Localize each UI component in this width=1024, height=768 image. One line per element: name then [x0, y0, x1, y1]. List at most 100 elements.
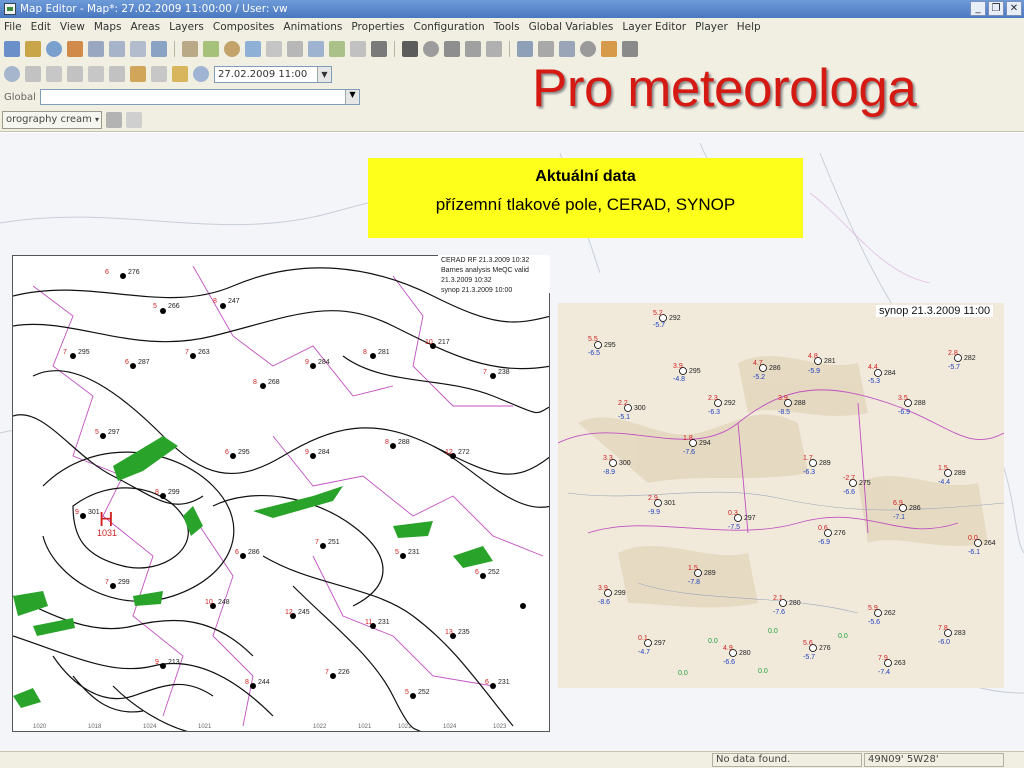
svg-text:0.0: 0.0 [768, 628, 778, 635]
menu-maps[interactable]: Maps [94, 21, 122, 33]
globe-icon[interactable] [224, 41, 240, 57]
menu-composites[interactable]: Composites [213, 21, 275, 33]
chevron-down-icon[interactable]: ▼ [344, 90, 359, 104]
svg-text:-2.7: -2.7 [843, 475, 855, 482]
symbols-icon[interactable] [486, 41, 502, 57]
nodes-icon[interactable] [465, 41, 481, 57]
svg-text:7: 7 [483, 369, 487, 376]
svg-text:295: 295 [238, 449, 250, 456]
open-icon[interactable] [25, 41, 41, 57]
draw-line-icon[interactable] [109, 41, 125, 57]
svg-text:-6.3: -6.3 [708, 409, 720, 416]
map-left-header: CERAD RF 21.3.2009 10:32 Barnes analysis… [438, 255, 550, 294]
frame-last-icon[interactable] [109, 66, 125, 82]
stats-icon[interactable] [329, 41, 345, 57]
folder-icon[interactable] [172, 66, 188, 82]
chevron-down-icon[interactable]: ▾ [95, 112, 99, 128]
header-line-synop: synop 21.3.2009 10:00 [441, 287, 513, 294]
menu-file[interactable]: File [4, 21, 22, 33]
cut-icon[interactable] [538, 41, 554, 57]
new-map-icon[interactable] [4, 41, 20, 57]
info-icon[interactable] [46, 41, 62, 57]
menu-view[interactable]: View [60, 21, 85, 33]
dark-layer-icon[interactable] [402, 41, 418, 57]
menu-properties[interactable]: Properties [351, 21, 404, 33]
frame-play-icon[interactable] [67, 66, 83, 82]
chart-icon[interactable] [203, 41, 219, 57]
svg-text:295: 295 [78, 349, 90, 356]
window-icon[interactable] [308, 41, 324, 57]
header-line-cerad: CERAD RF 21.3.2009 10:32 [441, 257, 530, 264]
composite-icon[interactable] [182, 41, 198, 57]
frame-next-icon[interactable] [88, 66, 104, 82]
minimize-button[interactable]: _ [970, 1, 986, 16]
scissors-icon[interactable] [559, 41, 575, 57]
svg-text:275: 275 [859, 480, 871, 487]
svg-text:-7.6: -7.6 [773, 609, 785, 616]
status-coordinates: 49N09' 5W28' [864, 753, 1004, 767]
frame-first-icon[interactable] [25, 66, 41, 82]
export-icon[interactable] [350, 41, 366, 57]
close-button[interactable]: ✕ [1006, 1, 1022, 16]
high-pressure-value: 1031 [97, 528, 117, 538]
profile-icon[interactable] [266, 41, 282, 57]
info-box-title: Aktuální data [535, 168, 636, 185]
color-icon[interactable] [601, 41, 617, 57]
clock-icon[interactable] [193, 66, 209, 82]
settings-icon[interactable] [580, 41, 596, 57]
measure-icon[interactable] [517, 41, 533, 57]
draw-front-icon[interactable] [88, 41, 104, 57]
menu-areas[interactable]: Areas [130, 21, 160, 33]
svg-text:-8.9: -8.9 [603, 469, 615, 476]
header-line-barnes: Barnes analysis MeQC valid 21.3.2009 10:… [441, 267, 529, 284]
frame-prev-icon[interactable] [46, 66, 62, 82]
svg-text:9: 9 [155, 659, 159, 666]
menu-edit[interactable]: Edit [31, 21, 51, 33]
svg-text:289: 289 [819, 460, 831, 467]
menu-global-variables[interactable]: Global Variables [529, 21, 614, 33]
grid-icon[interactable] [444, 41, 460, 57]
svg-text:7: 7 [105, 579, 109, 586]
layer-image-icon[interactable] [106, 111, 122, 128]
svg-text:3.5: 3.5 [898, 395, 908, 402]
bookmark-icon[interactable] [130, 66, 146, 82]
menu-configuration[interactable]: Configuration [413, 21, 484, 33]
menu-help[interactable]: Help [737, 21, 761, 33]
svg-text:6.9: 6.9 [893, 500, 903, 507]
menu-tools[interactable]: Tools [494, 21, 520, 33]
app-icon [4, 3, 16, 15]
svg-text:297: 297 [654, 640, 666, 647]
pencil-icon[interactable] [151, 41, 167, 57]
svg-text:8: 8 [245, 679, 249, 686]
graph-icon[interactable] [287, 41, 303, 57]
svg-text:276: 276 [834, 530, 846, 537]
tools-icon[interactable] [622, 41, 638, 57]
svg-text:6: 6 [125, 359, 129, 366]
restore-button[interactable]: ❐ [988, 1, 1004, 16]
date-time-select[interactable]: 27.02.2009 11:00 ▼ [214, 65, 332, 83]
target-icon[interactable] [423, 41, 439, 57]
layer-select[interactable]: orography cream ▾ [2, 110, 102, 129]
svg-text:252: 252 [418, 689, 430, 696]
layer-add-icon[interactable] [67, 41, 83, 57]
chevron-down-icon[interactable]: ▼ [317, 66, 331, 82]
svg-text:1.5: 1.5 [688, 565, 698, 572]
global-select[interactable]: ▼ [39, 89, 360, 105]
svg-text:276: 276 [128, 269, 140, 276]
image-icon[interactable] [245, 41, 261, 57]
refresh-icon[interactable] [4, 66, 20, 82]
svg-text:11: 11 [365, 619, 372, 626]
svg-text:1021: 1021 [398, 724, 412, 730]
menu-layer-editor[interactable]: Layer Editor [622, 21, 686, 33]
draw-area-icon[interactable] [130, 41, 146, 57]
menu-player[interactable]: Player [695, 21, 728, 33]
svg-text:5.6: 5.6 [803, 640, 813, 647]
svg-text:266: 266 [168, 303, 180, 310]
menu-animations[interactable]: Animations [283, 21, 342, 33]
menu-layers[interactable]: Layers [169, 21, 204, 33]
camera-icon[interactable] [371, 41, 387, 57]
frame-loop-icon[interactable] [151, 66, 167, 82]
layer-grid-icon[interactable] [126, 111, 142, 128]
svg-text:0.0: 0.0 [678, 670, 688, 677]
svg-text:-7.5: -7.5 [728, 524, 740, 531]
